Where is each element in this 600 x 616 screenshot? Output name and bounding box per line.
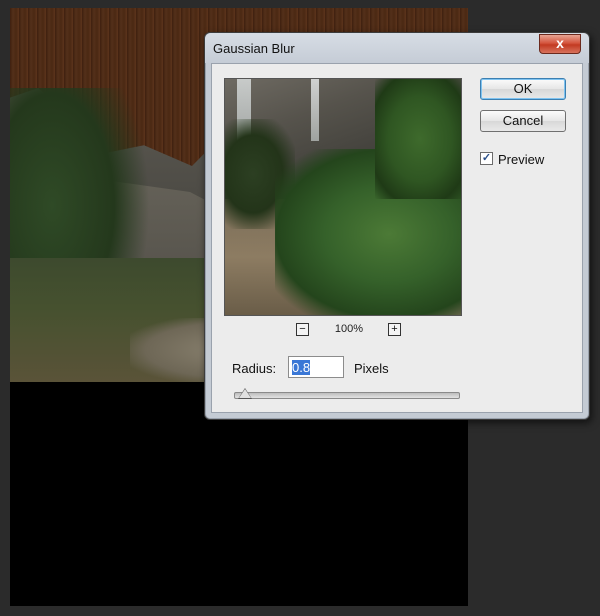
radius-slider-thumb[interactable] xyxy=(238,388,253,399)
minus-icon: − xyxy=(299,323,306,335)
checkmark-icon: ✓ xyxy=(481,152,492,164)
radius-slider-track[interactable] xyxy=(234,392,460,399)
dialog-title: Gaussian Blur xyxy=(213,41,295,56)
dialog-body: − 100% + Radius: 0.8 Pixels OK Cancel ✓ … xyxy=(211,63,583,413)
radius-units-label: Pixels xyxy=(354,361,389,376)
radius-label: Radius: xyxy=(232,361,277,376)
close-icon: x xyxy=(556,35,564,51)
preview-checkbox[interactable]: ✓ xyxy=(480,152,493,165)
cancel-button[interactable]: Cancel xyxy=(480,110,566,132)
zoom-level: 100% xyxy=(334,323,364,335)
preview-checkbox-label[interactable]: Preview xyxy=(498,152,544,167)
radius-value: 0.8 xyxy=(292,360,311,375)
plus-icon: + xyxy=(391,323,398,335)
gaussian-blur-dialog: Gaussian Blur x − 100% + Radius: 0.8 Pix… xyxy=(204,32,590,420)
zoom-out-button[interactable]: − xyxy=(296,323,309,336)
preview-thumbnail[interactable] xyxy=(224,78,462,316)
dialog-titlebar[interactable]: Gaussian Blur x xyxy=(205,33,589,63)
radius-input[interactable]: 0.8 xyxy=(288,356,344,378)
preview-tree xyxy=(375,79,461,199)
zoom-in-button[interactable]: + xyxy=(388,323,401,336)
preview-waterfall xyxy=(311,79,319,141)
close-button[interactable]: x xyxy=(539,34,581,54)
ok-button[interactable]: OK xyxy=(480,78,566,100)
